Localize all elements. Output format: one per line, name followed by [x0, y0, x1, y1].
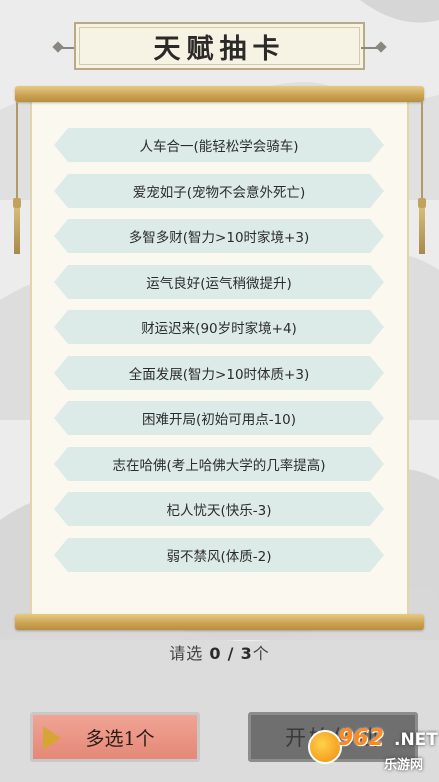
- talent-list: 人车合一(能轻松学会骑车) 爱宠如子(宠物不会意外死亡) 多智多财(智力>10时家境…: [54, 128, 384, 583]
- talent-option[interactable]: 人车合一(能轻松学会骑车): [54, 128, 384, 162]
- scroll-rod-bottom: [15, 614, 424, 630]
- talent-option-label: 人车合一(能轻松学会骑车): [139, 139, 299, 155]
- talent-option-label: 弱不禁风(体质-2): [166, 548, 272, 565]
- counter-suffix: 个: [252, 644, 270, 663]
- title-ornament-right: [375, 41, 387, 53]
- talent-option[interactable]: 多智多财(智力>10时家境+3): [54, 219, 384, 253]
- counter-separator: /: [227, 644, 235, 663]
- multi-select-label: 多选1个: [85, 727, 155, 750]
- talent-option-label: 困难开局(初始可用点-10): [141, 412, 297, 428]
- talent-option-label: 全面发展(智力>10时体质+3): [128, 366, 310, 383]
- counter-total: 3: [240, 644, 253, 663]
- watermark-net: .NET: [394, 730, 438, 750]
- talent-option[interactable]: 杞人忧天(快乐-3): [54, 492, 384, 526]
- talent-option[interactable]: 运气良好(运气稍微提升): [54, 264, 384, 299]
- talent-option-label: 杞人忧天(快乐-3): [166, 503, 272, 519]
- talent-option[interactable]: 财运迟来(90岁时家境+4): [54, 310, 384, 344]
- talent-option-label: 志在哈佛(考上哈佛大学的几率提高): [112, 457, 326, 474]
- talent-option[interactable]: 全面发展(智力>10时体质+3): [54, 355, 384, 390]
- play-arrow-icon: [43, 726, 61, 750]
- talent-option[interactable]: 志在哈佛(考上哈佛大学的几率提高): [54, 446, 384, 481]
- title-banner: 天赋抽卡: [0, 20, 439, 76]
- scroll-rod-top: [15, 86, 424, 102]
- page-title: 天赋抽卡: [153, 33, 286, 65]
- site-watermark: 962 .NET 乐游网: [308, 726, 438, 778]
- counter-prefix: 请选: [169, 644, 204, 663]
- talent-option[interactable]: 弱不禁风(体质-2): [54, 537, 384, 572]
- title-box: 天赋抽卡: [74, 22, 365, 70]
- talent-option-label: 运气良好(运气稍微提升): [146, 275, 292, 292]
- watermark-logo-icon: [308, 730, 342, 764]
- talent-option-label: 爱宠如子(宠物不会意外死亡): [132, 184, 306, 201]
- talent-option[interactable]: 困难开局(初始可用点-10): [54, 401, 384, 435]
- multi-select-button[interactable]: 多选1个: [30, 712, 200, 762]
- talent-option[interactable]: 爱宠如子(宠物不会意外死亡): [54, 173, 384, 208]
- talent-option-label: 多智多财(智力>10时家境+3): [128, 230, 310, 246]
- watermark-number: 962: [338, 726, 384, 751]
- counter-selected: 0: [209, 644, 222, 663]
- talent-option-label: 财运迟来(90岁时家境+4): [141, 321, 297, 337]
- watermark-site: 乐游网: [384, 758, 424, 773]
- selection-counter: 请选 0 / 3个: [0, 640, 439, 664]
